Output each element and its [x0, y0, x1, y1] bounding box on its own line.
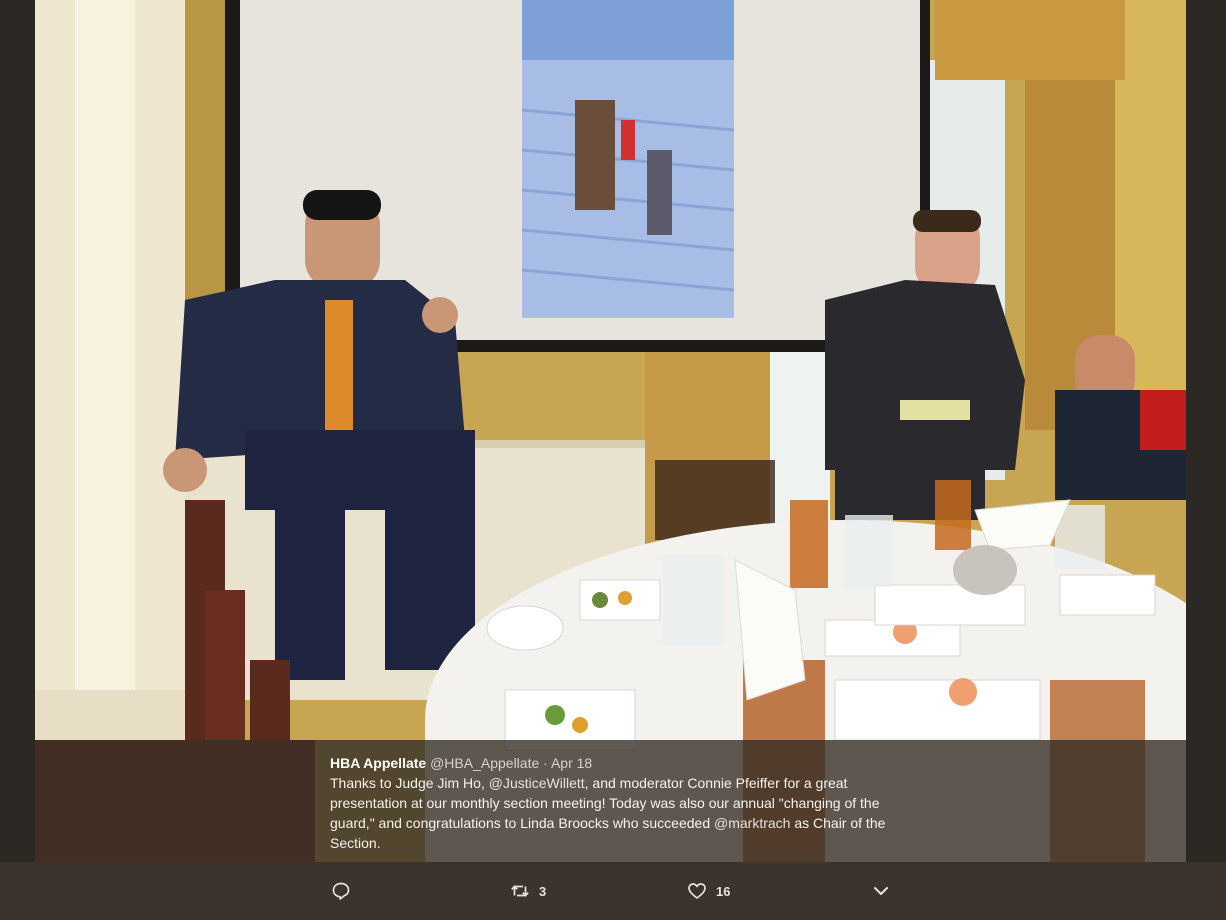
tweet-photo[interactable] — [35, 0, 1186, 862]
tweet-text: HBA Appellate @HBA_Appellate · Apr 18 Th… — [330, 753, 890, 853]
reply-icon — [332, 882, 350, 900]
more-button[interactable] — [871, 879, 891, 903]
like-count: 16 — [716, 883, 731, 899]
tweet-date[interactable]: Apr 18 — [551, 755, 592, 771]
mention-justicewillett[interactable]: @JusticeWillett — [489, 775, 585, 791]
chevron-down-icon — [874, 887, 888, 895]
left-shade — [0, 0, 35, 862]
mention-marktrach[interactable]: @marktrach — [714, 815, 790, 831]
like-button[interactable]: 16 — [687, 879, 730, 903]
heart-icon — [688, 883, 706, 899]
tweet-caption: HBA Appellate @HBA_Appellate · Apr 18 Th… — [35, 740, 1186, 862]
right-shade — [1186, 0, 1226, 862]
separator-dot: · — [543, 755, 548, 771]
user-handle[interactable]: @HBA_Appellate — [430, 755, 539, 771]
retweet-button[interactable]: 3 — [510, 879, 546, 903]
tweet-action-bar: 3 16 — [0, 862, 1226, 920]
tweet-body-part-1: Thanks to Judge Jim Ho, — [330, 775, 489, 791]
display-name[interactable]: HBA Appellate — [330, 755, 426, 771]
retweet-icon — [511, 885, 529, 897]
photo-illustration — [35, 0, 1186, 862]
reply-button[interactable] — [331, 879, 351, 903]
retweet-count: 3 — [539, 883, 547, 899]
